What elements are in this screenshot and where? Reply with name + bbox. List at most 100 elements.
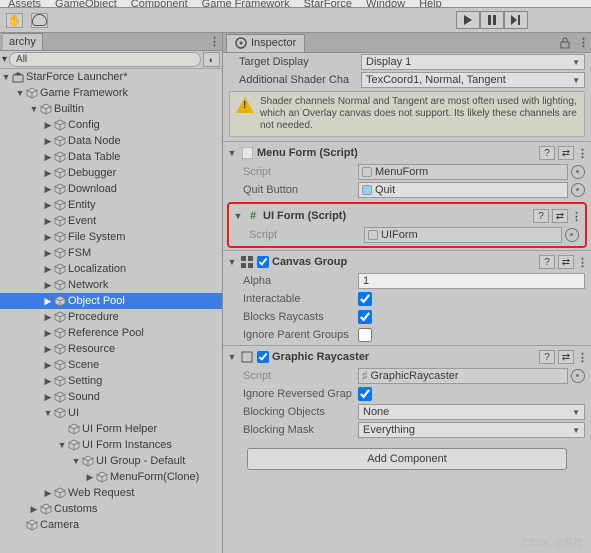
interactable-checkbox[interactable] [358, 292, 372, 306]
blocking-objects-dropdown[interactable]: None▼ [358, 404, 585, 420]
foldout-icon[interactable]: ▶ [42, 152, 54, 163]
foldout-icon[interactable]: ▼ [42, 408, 54, 418]
component-menu-icon[interactable]: ⋮ [577, 147, 587, 160]
foldout-icon[interactable]: ▼ [227, 148, 237, 158]
quit-button-field[interactable]: Quit [358, 182, 568, 198]
help-icon[interactable]: ? [539, 350, 555, 364]
hierarchy-search-input[interactable] [9, 52, 201, 67]
foldout-icon[interactable]: ▶ [42, 232, 54, 243]
tree-node[interactable]: ▶Scene [0, 357, 222, 373]
component-enable-checkbox[interactable] [257, 256, 269, 268]
blocks-raycasts-checkbox[interactable] [358, 310, 372, 324]
tree-node[interactable]: ▶Reference Pool [0, 325, 222, 341]
panel-menu-icon[interactable]: ⋮ [209, 35, 219, 48]
component-menu-icon[interactable]: ⋮ [571, 210, 581, 223]
foldout-icon[interactable]: ▶ [42, 392, 54, 403]
inspector-tab[interactable]: Inspector [226, 34, 305, 52]
tree-node[interactable]: ▶Data Table [0, 149, 222, 165]
help-icon[interactable]: ? [539, 146, 555, 160]
foldout-icon[interactable]: ▶ [42, 280, 54, 291]
tree-node[interactable]: ▶Resource [0, 341, 222, 357]
tree-node[interactable]: ▼Builtin [0, 101, 222, 117]
tree-node[interactable]: ▶Network [0, 277, 222, 293]
filter-button[interactable]: ◐ [203, 52, 220, 67]
tree-node[interactable]: ▶Sound [0, 389, 222, 405]
tree-node[interactable]: ▶Customs [0, 501, 222, 517]
foldout-icon[interactable]: ▶ [42, 488, 54, 499]
foldout-icon[interactable]: ▶ [42, 376, 54, 387]
add-component-button[interactable]: Add Component [247, 448, 567, 470]
tree-node[interactable]: ▶Event [0, 213, 222, 229]
menu-item[interactable]: Window [366, 1, 405, 7]
object-picker-icon[interactable] [571, 165, 585, 179]
tree-node[interactable]: ▼StarForce Launcher* [0, 69, 222, 85]
object-picker-icon[interactable] [565, 228, 579, 242]
foldout-icon[interactable]: ▶ [42, 344, 54, 355]
hierarchy-tab[interactable]: archy [3, 33, 43, 50]
foldout-icon[interactable]: ▶ [42, 248, 54, 259]
cloud-button[interactable] [31, 13, 48, 28]
foldout-icon[interactable]: ▶ [42, 120, 54, 131]
tree-node[interactable]: ▶Debugger [0, 165, 222, 181]
menu-item[interactable]: Assets [8, 1, 41, 7]
foldout-icon[interactable]: ▶ [42, 328, 54, 339]
tree-node[interactable]: ▶Data Node [0, 133, 222, 149]
menu-item[interactable]: Game Framework [202, 1, 290, 7]
foldout-icon[interactable]: ▶ [42, 264, 54, 275]
tree-node[interactable]: ▶Localization [0, 261, 222, 277]
hand-tool-button[interactable]: ✋ [6, 13, 23, 28]
menu-item[interactable]: Component [131, 1, 188, 7]
foldout-icon[interactable]: ▼ [28, 104, 40, 114]
component-menu-icon[interactable]: ⋮ [577, 351, 587, 364]
tree-node[interactable]: ▶Procedure [0, 309, 222, 325]
menu-item[interactable]: GameObject [55, 1, 117, 7]
tree-node[interactable]: ▶Object Pool [0, 293, 222, 309]
menu-item[interactable]: StarForce [304, 1, 352, 7]
foldout-icon[interactable]: ▶ [42, 312, 54, 323]
foldout-icon[interactable]: ▶ [84, 472, 96, 483]
tree-node[interactable]: ▶FSM [0, 245, 222, 261]
play-button[interactable] [456, 11, 480, 29]
blocking-mask-dropdown[interactable]: Everything▼ [358, 422, 585, 438]
object-picker-icon[interactable] [571, 369, 585, 383]
ignore-parent-checkbox[interactable] [358, 328, 372, 342]
tree-node[interactable]: ▼UI [0, 405, 222, 421]
tree-node[interactable]: ▶Config [0, 117, 222, 133]
tree-node[interactable]: ▶File System [0, 229, 222, 245]
foldout-icon[interactable]: ▼ [56, 440, 68, 450]
ignore-reversed-checkbox[interactable] [358, 387, 372, 401]
component-menu-icon[interactable]: ⋮ [577, 256, 587, 269]
lock-icon[interactable] [560, 37, 570, 49]
object-picker-icon[interactable] [571, 183, 585, 197]
foldout-icon[interactable]: ▶ [42, 216, 54, 227]
foldout-icon[interactable]: ▶ [42, 360, 54, 371]
pause-button[interactable] [480, 11, 504, 29]
foldout-icon[interactable]: ▶ [42, 200, 54, 211]
tree-node[interactable]: Camera [0, 517, 222, 533]
foldout-icon[interactable]: ▶ [42, 136, 54, 147]
foldout-icon[interactable]: ▼ [227, 352, 237, 362]
tree-node[interactable]: ▶MenuForm(Clone) [0, 469, 222, 485]
tree-node[interactable]: ▶Download [0, 181, 222, 197]
preset-icon[interactable]: ⇄ [558, 350, 574, 364]
panel-menu-icon[interactable]: ⋮ [578, 36, 588, 49]
component-enable-checkbox[interactable] [257, 351, 269, 363]
hierarchy-tree[interactable]: ▼StarForce Launcher*▼Game Framework▼Buil… [0, 69, 222, 553]
foldout-icon[interactable]: ▶ [42, 168, 54, 179]
preset-icon[interactable]: ⇄ [558, 255, 574, 269]
tree-node[interactable]: ▼Game Framework [0, 85, 222, 101]
target-display-dropdown[interactable]: Display 1▼ [361, 54, 585, 70]
foldout-icon[interactable]: ▶ [28, 504, 40, 515]
foldout-icon[interactable]: ▼ [70, 456, 82, 466]
foldout-icon[interactable]: ▼ [0, 72, 12, 82]
menu-item[interactable]: Help [419, 1, 442, 7]
foldout-icon[interactable]: ▼ [227, 257, 237, 267]
shader-channels-dropdown[interactable]: TexCoord1, Normal, Tangent▼ [361, 72, 585, 88]
tree-node[interactable]: ▶Entity [0, 197, 222, 213]
help-icon[interactable]: ? [533, 209, 549, 223]
alpha-input[interactable] [358, 273, 585, 289]
foldout-icon[interactable]: ▼ [14, 88, 26, 98]
tree-node[interactable]: UI Form Helper [0, 421, 222, 437]
preset-icon[interactable]: ⇄ [552, 209, 568, 223]
tree-node[interactable]: ▶Setting [0, 373, 222, 389]
